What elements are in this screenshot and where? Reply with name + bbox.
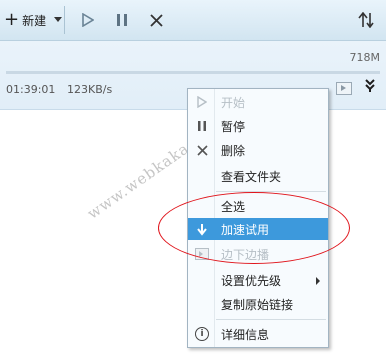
sort-icon <box>358 12 374 28</box>
menu-separator <box>216 319 326 320</box>
new-button[interactable]: + 新建 <box>2 6 65 34</box>
download-speed-icon <box>365 79 375 92</box>
toolbar: + 新建 <box>0 0 386 41</box>
sort-button[interactable] <box>354 6 380 34</box>
highlight-ellipse <box>158 192 350 264</box>
pause-button[interactable] <box>112 6 132 34</box>
menu-item-label: 删除 <box>221 144 246 158</box>
close-icon <box>193 141 211 159</box>
menu-item-open-folder[interactable]: 查看文件夹 <box>188 165 328 187</box>
speed-up-button[interactable] <box>364 79 376 97</box>
play-icon <box>193 93 211 111</box>
delete-button[interactable] <box>146 6 166 34</box>
remaining-time: 01:39:01 <box>6 83 56 96</box>
menu-item-pause[interactable]: 暂停 <box>188 115 328 137</box>
menu-item-start[interactable]: 开始 <box>188 91 328 113</box>
video-play-button[interactable] <box>336 82 352 95</box>
plus-icon: + <box>4 9 20 30</box>
menu-item-delete[interactable]: 删除 <box>188 139 328 161</box>
progress-bar <box>6 71 380 74</box>
pause-icon <box>117 14 127 26</box>
start-button[interactable] <box>78 6 98 34</box>
menu-item-set-priority[interactable]: 设置优先级 <box>188 269 328 291</box>
menu-item-label: 查看文件夹 <box>221 170 282 184</box>
info-icon: i <box>193 325 211 343</box>
close-icon <box>149 13 163 27</box>
download-speed: 123KB/s <box>67 83 113 96</box>
menu-item-label: 详细信息 <box>221 328 270 342</box>
chevron-down-icon[interactable] <box>54 17 62 22</box>
menu-item-copy-link[interactable]: 复制原始链接 <box>188 293 328 315</box>
menu-item-label: 开始 <box>221 96 246 110</box>
menu-item-label: 设置优先级 <box>221 274 282 288</box>
file-size: 718M <box>349 51 381 64</box>
new-button-label: 新建 <box>22 13 47 28</box>
submenu-arrow-icon <box>316 277 320 285</box>
menu-item-label: 复制原始链接 <box>221 298 294 312</box>
menu-item-label: 暂停 <box>221 120 246 134</box>
pause-icon <box>193 117 211 135</box>
menu-item-details[interactable]: i 详细信息 <box>188 323 328 345</box>
play-icon <box>82 13 94 27</box>
